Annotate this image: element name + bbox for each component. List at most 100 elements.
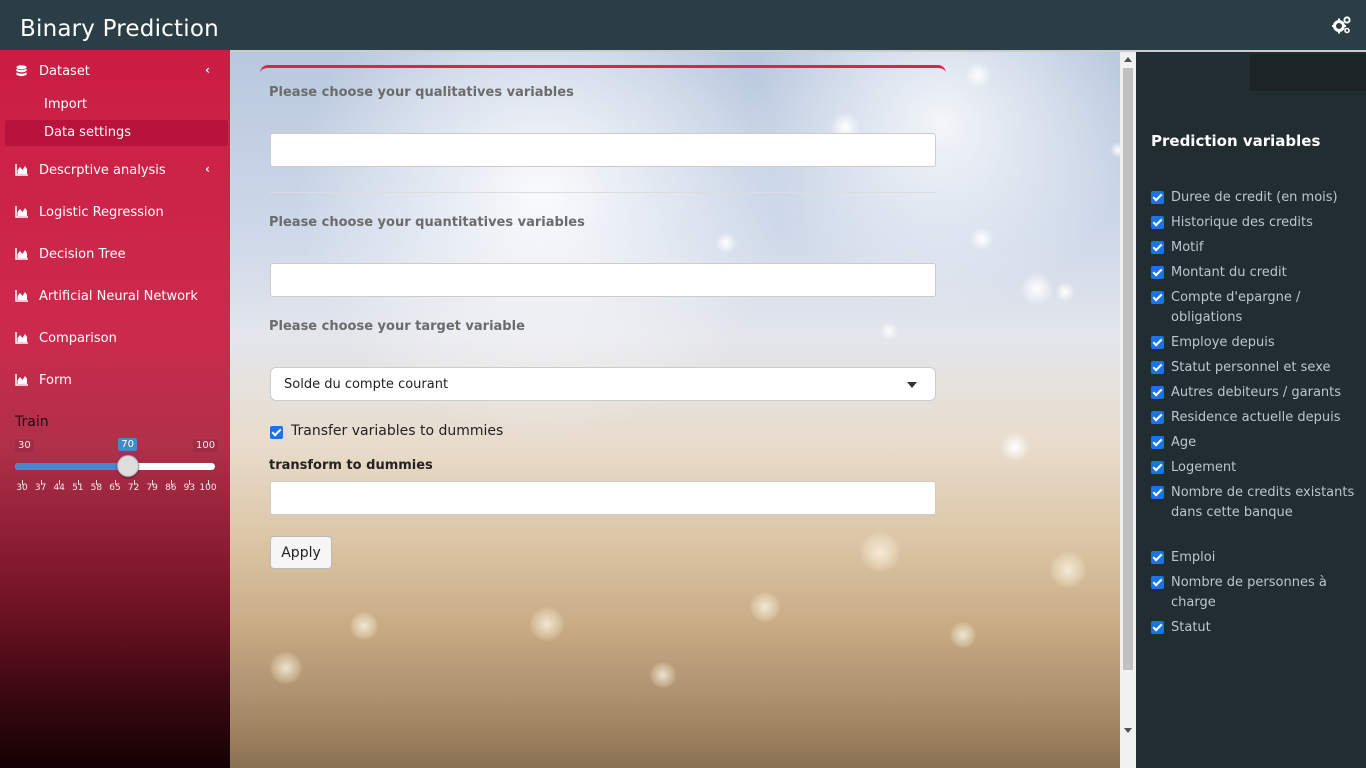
slider-current-value: 70	[118, 438, 138, 451]
sidebar-subitem-data-settings[interactable]: Data settings	[5, 120, 228, 146]
variable-checkbox[interactable]	[1151, 191, 1164, 204]
qualitative-input[interactable]	[270, 133, 936, 167]
control-sidebar-tab[interactable]	[1250, 54, 1366, 91]
bokeh	[350, 612, 378, 640]
variable-checkbox[interactable]	[1151, 576, 1164, 589]
sidebar-item-dataset[interactable]: Dataset ‹	[0, 52, 230, 90]
main-content: Please choose your qualitatives variable…	[230, 52, 1120, 768]
variable-checkbox[interactable]	[1151, 411, 1164, 424]
slider-tick-label: 37	[34, 483, 47, 493]
bokeh	[270, 652, 302, 684]
variable-checkbox[interactable]	[1151, 361, 1164, 374]
variable-label: Age	[1171, 435, 1197, 450]
variable-label: Historique des credits	[1171, 215, 1313, 230]
quantitative-input[interactable]	[270, 263, 936, 297]
bokeh	[750, 592, 780, 622]
sparkle	[1000, 432, 1030, 462]
scroll-thumb[interactable]	[1123, 68, 1133, 670]
variable-checkbox[interactable]	[1151, 551, 1164, 564]
chevron-left-icon: ‹	[205, 162, 210, 176]
box-header-accent	[260, 65, 946, 75]
variable-label: Statut	[1171, 620, 1211, 635]
sparkle	[1020, 272, 1054, 306]
sidebar-item-label: Comparison	[39, 331, 117, 346]
sidebar-subitem-label: Data settings	[44, 125, 132, 140]
top-header: Binary Prediction	[0, 0, 1366, 50]
variable-label: Nombre de personnes à charge	[1171, 575, 1327, 610]
control-sidebar: Prediction variables Duree de credit (en…	[1136, 52, 1366, 768]
variable-checkbox[interactable]	[1151, 486, 1164, 499]
transform-label: transform to dummies	[269, 458, 433, 473]
variable-checkbox[interactable]	[1151, 336, 1164, 349]
apply-button[interactable]: Apply	[270, 536, 332, 569]
variable-checkbox[interactable]	[1151, 241, 1164, 254]
target-select[interactable]: Solde du compte courant	[270, 367, 936, 401]
sparkle	[970, 227, 994, 251]
slider-tick-label: 93	[183, 483, 196, 493]
sidebar-item-label: Artificial Neural Network	[39, 289, 198, 304]
chart-area-icon	[15, 248, 28, 260]
sidebar: Dataset ‹ Import Data settings Descrptiv…	[0, 50, 230, 768]
variable-label: Autres debiteurs / garants	[1171, 385, 1342, 400]
slider-tick-label: 30	[16, 483, 28, 493]
variable-label: Nombre de credits existants dans cette b…	[1171, 485, 1355, 520]
database-icon	[16, 65, 27, 77]
sidebar-item-descriptive-analysis[interactable]: Descrptive analysis ‹	[0, 151, 230, 189]
sidebar-item-form[interactable]: Form	[0, 361, 230, 399]
quantitative-label: Please choose your quantitatives variabl…	[269, 215, 585, 230]
slider-tick-label: 86	[165, 483, 177, 493]
slider-max-value: 100	[193, 439, 219, 452]
sparkle	[880, 322, 898, 340]
slider-tick-label: 58	[90, 483, 103, 493]
variable-checkbox[interactable]	[1151, 291, 1164, 304]
variable-checkbox[interactable]	[1151, 386, 1164, 399]
main-scrollbar[interactable]	[1120, 52, 1136, 768]
slider-tick-label: 65	[109, 483, 121, 493]
sparkle	[1055, 282, 1075, 302]
variable-checkbox[interactable]	[1151, 436, 1164, 449]
bokeh	[530, 607, 564, 641]
sidebar-item-label: Form	[39, 373, 72, 388]
variable-label: Residence actuelle depuis	[1171, 410, 1341, 425]
chart-area-icon	[15, 332, 28, 344]
sidebar-subitem-label: Import	[44, 97, 88, 112]
bokeh	[650, 662, 676, 688]
sparkle	[715, 232, 737, 254]
scroll-down-arrow-icon[interactable]	[1124, 728, 1132, 733]
variable-checkbox[interactable]	[1151, 216, 1164, 229]
variable-checkbox[interactable]	[1151, 461, 1164, 474]
qualitative-label: Please choose your qualitatives variable…	[269, 85, 574, 100]
chart-area-icon	[15, 164, 28, 176]
train-slider-label: Train	[15, 414, 49, 430]
sparkle	[1110, 142, 1120, 158]
slider-tick-label: 51	[72, 483, 84, 493]
sidebar-item-comparison[interactable]: Comparison	[0, 319, 230, 357]
slider-min-value: 30	[15, 439, 34, 452]
sparkle	[965, 62, 991, 88]
scroll-up-arrow-icon[interactable]	[1124, 57, 1132, 62]
variable-label: Emploi	[1171, 550, 1216, 565]
variable-label: Motif	[1171, 240, 1204, 255]
sidebar-item-label: Descrptive analysis	[39, 163, 166, 178]
transform-input[interactable]	[270, 481, 936, 515]
variable-checkbox[interactable]	[1151, 621, 1164, 634]
sidebar-item-decision-tree[interactable]: Decision Tree	[0, 235, 230, 273]
slider-tick-label: 72	[127, 483, 140, 493]
variable-checkbox[interactable]	[1151, 266, 1164, 279]
variable-label: Duree de credit (en mois)	[1171, 190, 1338, 205]
dummies-checkbox[interactable]	[270, 426, 283, 439]
divider	[270, 192, 936, 193]
sidebar-item-logistic-regression[interactable]: Logistic Regression	[0, 193, 230, 231]
gears-icon[interactable]	[1332, 15, 1352, 35]
target-label: Please choose your target variable	[269, 319, 525, 334]
sidebar-item-neural-network[interactable]: Artificial Neural Network	[0, 277, 230, 315]
chevron-left-icon: ‹	[205, 63, 210, 77]
sidebar-item-label: Dataset	[39, 64, 90, 79]
sidebar-subitem-import[interactable]: Import	[5, 92, 228, 118]
variable-label: Employe depuis	[1171, 335, 1275, 350]
bokeh	[1050, 552, 1086, 588]
slider-tick-label: 44	[53, 483, 65, 493]
prediction-variables-title: Prediction variables	[1151, 132, 1321, 150]
variable-label: Statut personnel et sexe	[1171, 360, 1331, 375]
slider-tick-label: 100	[199, 483, 217, 493]
